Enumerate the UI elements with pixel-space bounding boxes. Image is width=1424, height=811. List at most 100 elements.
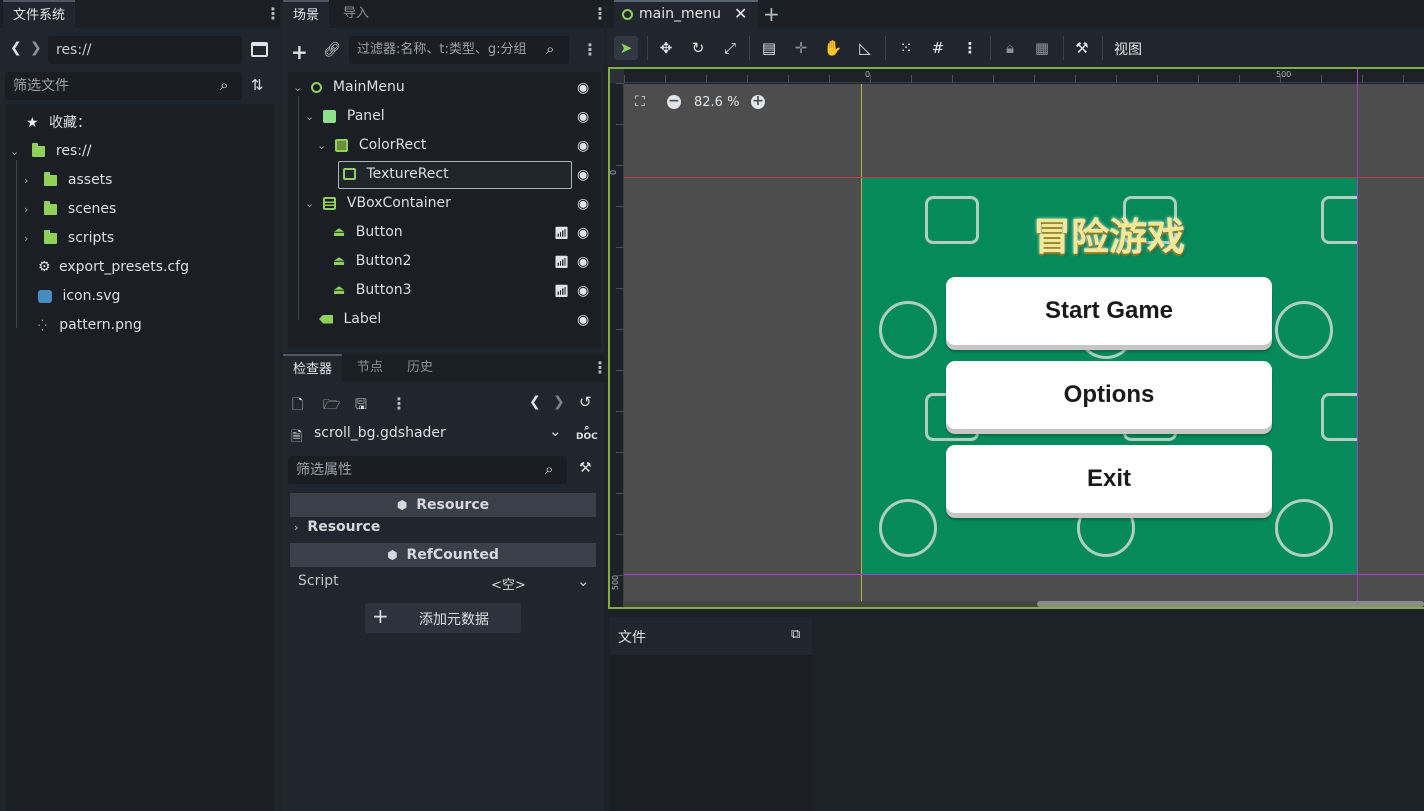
zoom-level[interactable]: 82.6 % — [694, 95, 739, 110]
chevron-down-icon[interactable]: ⌄ — [577, 572, 590, 590]
node-row-button[interactable]: ⏏ Button — [333, 218, 403, 247]
snap-options-icon[interactable]: ⋮ — [958, 36, 982, 60]
lock-icon[interactable]: 🔒︎ — [998, 36, 1022, 60]
tab-history[interactable]: 历史 — [397, 354, 443, 382]
signal-icon[interactable]: 📶︎ — [554, 255, 569, 269]
grid-snap-icon[interactable]: # — [926, 36, 950, 60]
new-resource-icon[interactable]: 🗋︎ — [292, 394, 303, 418]
center-view-icon[interactable]: ⛶ — [635, 94, 645, 110]
path-input[interactable]: res:// — [48, 36, 242, 64]
chevron-down-icon[interactable]: ⌄ — [305, 189, 317, 218]
scene-filter-input[interactable]: 过滤器:名称、t:类型、g:分组 — [349, 36, 569, 64]
chevron-down-icon[interactable]: ⌄ — [317, 131, 329, 160]
view-menu[interactable]: 视图 — [1114, 39, 1142, 59]
back-icon[interactable]: ❮ — [10, 40, 22, 56]
skeleton-bone-icon[interactable]: ⚒ — [1070, 36, 1094, 60]
visibility-eye-icon[interactable]: ◉ — [577, 283, 589, 299]
file-row-icon-svg[interactable]: icon.svg — [38, 282, 120, 311]
select-tool-icon[interactable]: ➤ — [614, 36, 638, 60]
group-icon[interactable]: ▦ — [1030, 36, 1054, 60]
chevron-down-icon[interactable]: ⌄ — [305, 102, 317, 131]
node-row-vboxcontainer[interactable]: ⌄ VBoxContainer — [305, 189, 451, 218]
doc-icon[interactable]: ⌕ DOC — [576, 424, 598, 442]
property-filter-input[interactable]: 筛选属性 — [288, 456, 567, 484]
file-row-scripts[interactable]: › scripts — [24, 224, 114, 253]
tab-scene[interactable]: 场景 — [283, 0, 330, 28]
add-metadata-button[interactable]: + 添加元数据 — [365, 603, 521, 633]
list-select-icon[interactable]: ▤ — [757, 36, 781, 60]
resource-selector[interactable]: 🗎︎ scroll_bg.gdshader ⌄ — [288, 420, 567, 448]
dock-menu-icon[interactable]: ⋮ — [592, 360, 608, 376]
add-node-icon[interactable]: + — [291, 40, 308, 64]
visibility-eye-icon[interactable]: ◉ — [577, 225, 589, 241]
dock-menu-icon[interactable]: ⋮ — [592, 6, 608, 22]
ruler-tool-icon[interactable]: ◺ — [853, 36, 877, 60]
scale-tool-icon[interactable]: ⤢ — [718, 36, 742, 60]
smart-snap-icon[interactable]: ⁙ — [894, 36, 918, 60]
zoom-in-icon[interactable]: + — [751, 94, 765, 109]
visibility-eye-icon[interactable]: ◉ — [577, 254, 589, 270]
chevron-right-icon[interactable]: › — [24, 166, 36, 195]
visibility-eye-icon[interactable]: ◉ — [577, 109, 589, 125]
object-history-icon[interactable]: ↺ — [579, 393, 592, 411]
tab-main-menu[interactable]: main_menu ✕ — [614, 0, 758, 28]
forward-icon[interactable]: ❯ — [30, 40, 42, 56]
game-panel[interactable]: 冒险游戏 Start Game Options Exit — [861, 178, 1357, 574]
history-forward-icon[interactable]: ❯ — [553, 394, 565, 410]
visibility-eye-icon[interactable]: ◉ — [577, 80, 589, 96]
tools-icon[interactable]: ⚒ — [579, 460, 592, 476]
pivot-tool-icon[interactable]: ✛ — [789, 36, 813, 60]
chevron-down-icon[interactable]: ⌄ — [549, 422, 562, 440]
node-row-colorrect[interactable]: ⌄ ColorRect — [317, 131, 426, 160]
node-row-mainmenu[interactable]: ⌄ MainMenu — [293, 73, 405, 102]
visibility-eye-icon[interactable]: ◉ — [577, 138, 589, 154]
node-row-button2[interactable]: ⏏ Button2 — [333, 247, 412, 276]
visibility-eye-icon[interactable]: ◉ — [577, 196, 589, 212]
exit-button[interactable]: Exit — [946, 445, 1272, 513]
root-folder-row[interactable]: ⌄ res:// — [10, 137, 91, 166]
file-row-scenes[interactable]: › scenes — [24, 195, 116, 224]
file-row-assets[interactable]: › assets — [24, 166, 112, 195]
file-filter-input[interactable]: 筛选文件 — [5, 72, 242, 100]
tab-filesystem[interactable]: 文件系统 — [3, 0, 76, 28]
tab-node[interactable]: 节点 — [347, 354, 393, 382]
section-resource[interactable]: ⬢ Resource — [290, 493, 596, 517]
script-property-value[interactable]: <空> — [491, 574, 526, 593]
history-back-icon[interactable]: ❮ — [529, 394, 541, 410]
signal-icon[interactable]: 📶︎ — [554, 226, 569, 240]
options-button[interactable]: Options — [946, 361, 1272, 429]
signal-icon[interactable]: 📶︎ — [554, 284, 569, 298]
section-refcounted[interactable]: ⬢ RefCounted — [290, 543, 596, 567]
file-row-export-presets[interactable]: ⚙ export_presets.cfg — [38, 253, 189, 282]
node-row-label[interactable]: Label — [319, 305, 381, 334]
sort-icon[interactable]: ⇅ — [251, 76, 264, 94]
move-tool-icon[interactable]: ✥ — [654, 36, 678, 60]
new-tab-icon[interactable]: + — [763, 2, 780, 26]
visibility-eye-icon[interactable]: ◉ — [577, 312, 589, 328]
open-folder-icon[interactable]: 🗁︎ — [323, 394, 340, 418]
tab-inspector[interactable]: 检查器 — [283, 354, 343, 382]
link-icon[interactable]: 🔗︎ — [323, 42, 341, 58]
chevron-down-icon[interactable]: ⌄ — [293, 73, 305, 102]
split-view-icon[interactable] — [251, 42, 268, 57]
resource-menu-icon[interactable]: ⋮ — [391, 396, 407, 412]
node-row-texturerect[interactable]: TextureRect — [343, 160, 449, 189]
dock-menu-icon[interactable]: ⋮ — [265, 6, 281, 22]
file-row-pattern-png[interactable]: ⁛ pattern.png — [38, 311, 142, 340]
chevron-right-icon[interactable]: › — [24, 195, 36, 224]
favorites-row[interactable]: ★ 收藏： — [26, 109, 91, 138]
pan-tool-icon[interactable]: ✋ — [821, 36, 845, 60]
save-icon[interactable]: 🖫︎ — [355, 394, 367, 418]
start-game-button[interactable]: Start Game — [946, 277, 1272, 345]
group-resource[interactable]: › Resource — [294, 519, 380, 535]
scene-menu-icon[interactable]: ⋮ — [582, 42, 598, 58]
zoom-out-icon[interactable]: − — [667, 94, 681, 109]
node-row-button3[interactable]: ⏏ Button3 — [333, 276, 412, 305]
chevron-right-icon[interactable]: › — [294, 521, 299, 534]
horizontal-scrollbar-thumb[interactable] — [1037, 601, 1424, 607]
close-icon[interactable]: ✕ — [734, 4, 747, 23]
chevron-right-icon[interactable]: › — [24, 224, 36, 253]
rotate-tool-icon[interactable]: ↻ — [686, 36, 710, 60]
tab-import[interactable]: 导入 — [333, 0, 379, 28]
node-row-panel[interactable]: ⌄ Panel — [305, 102, 385, 131]
